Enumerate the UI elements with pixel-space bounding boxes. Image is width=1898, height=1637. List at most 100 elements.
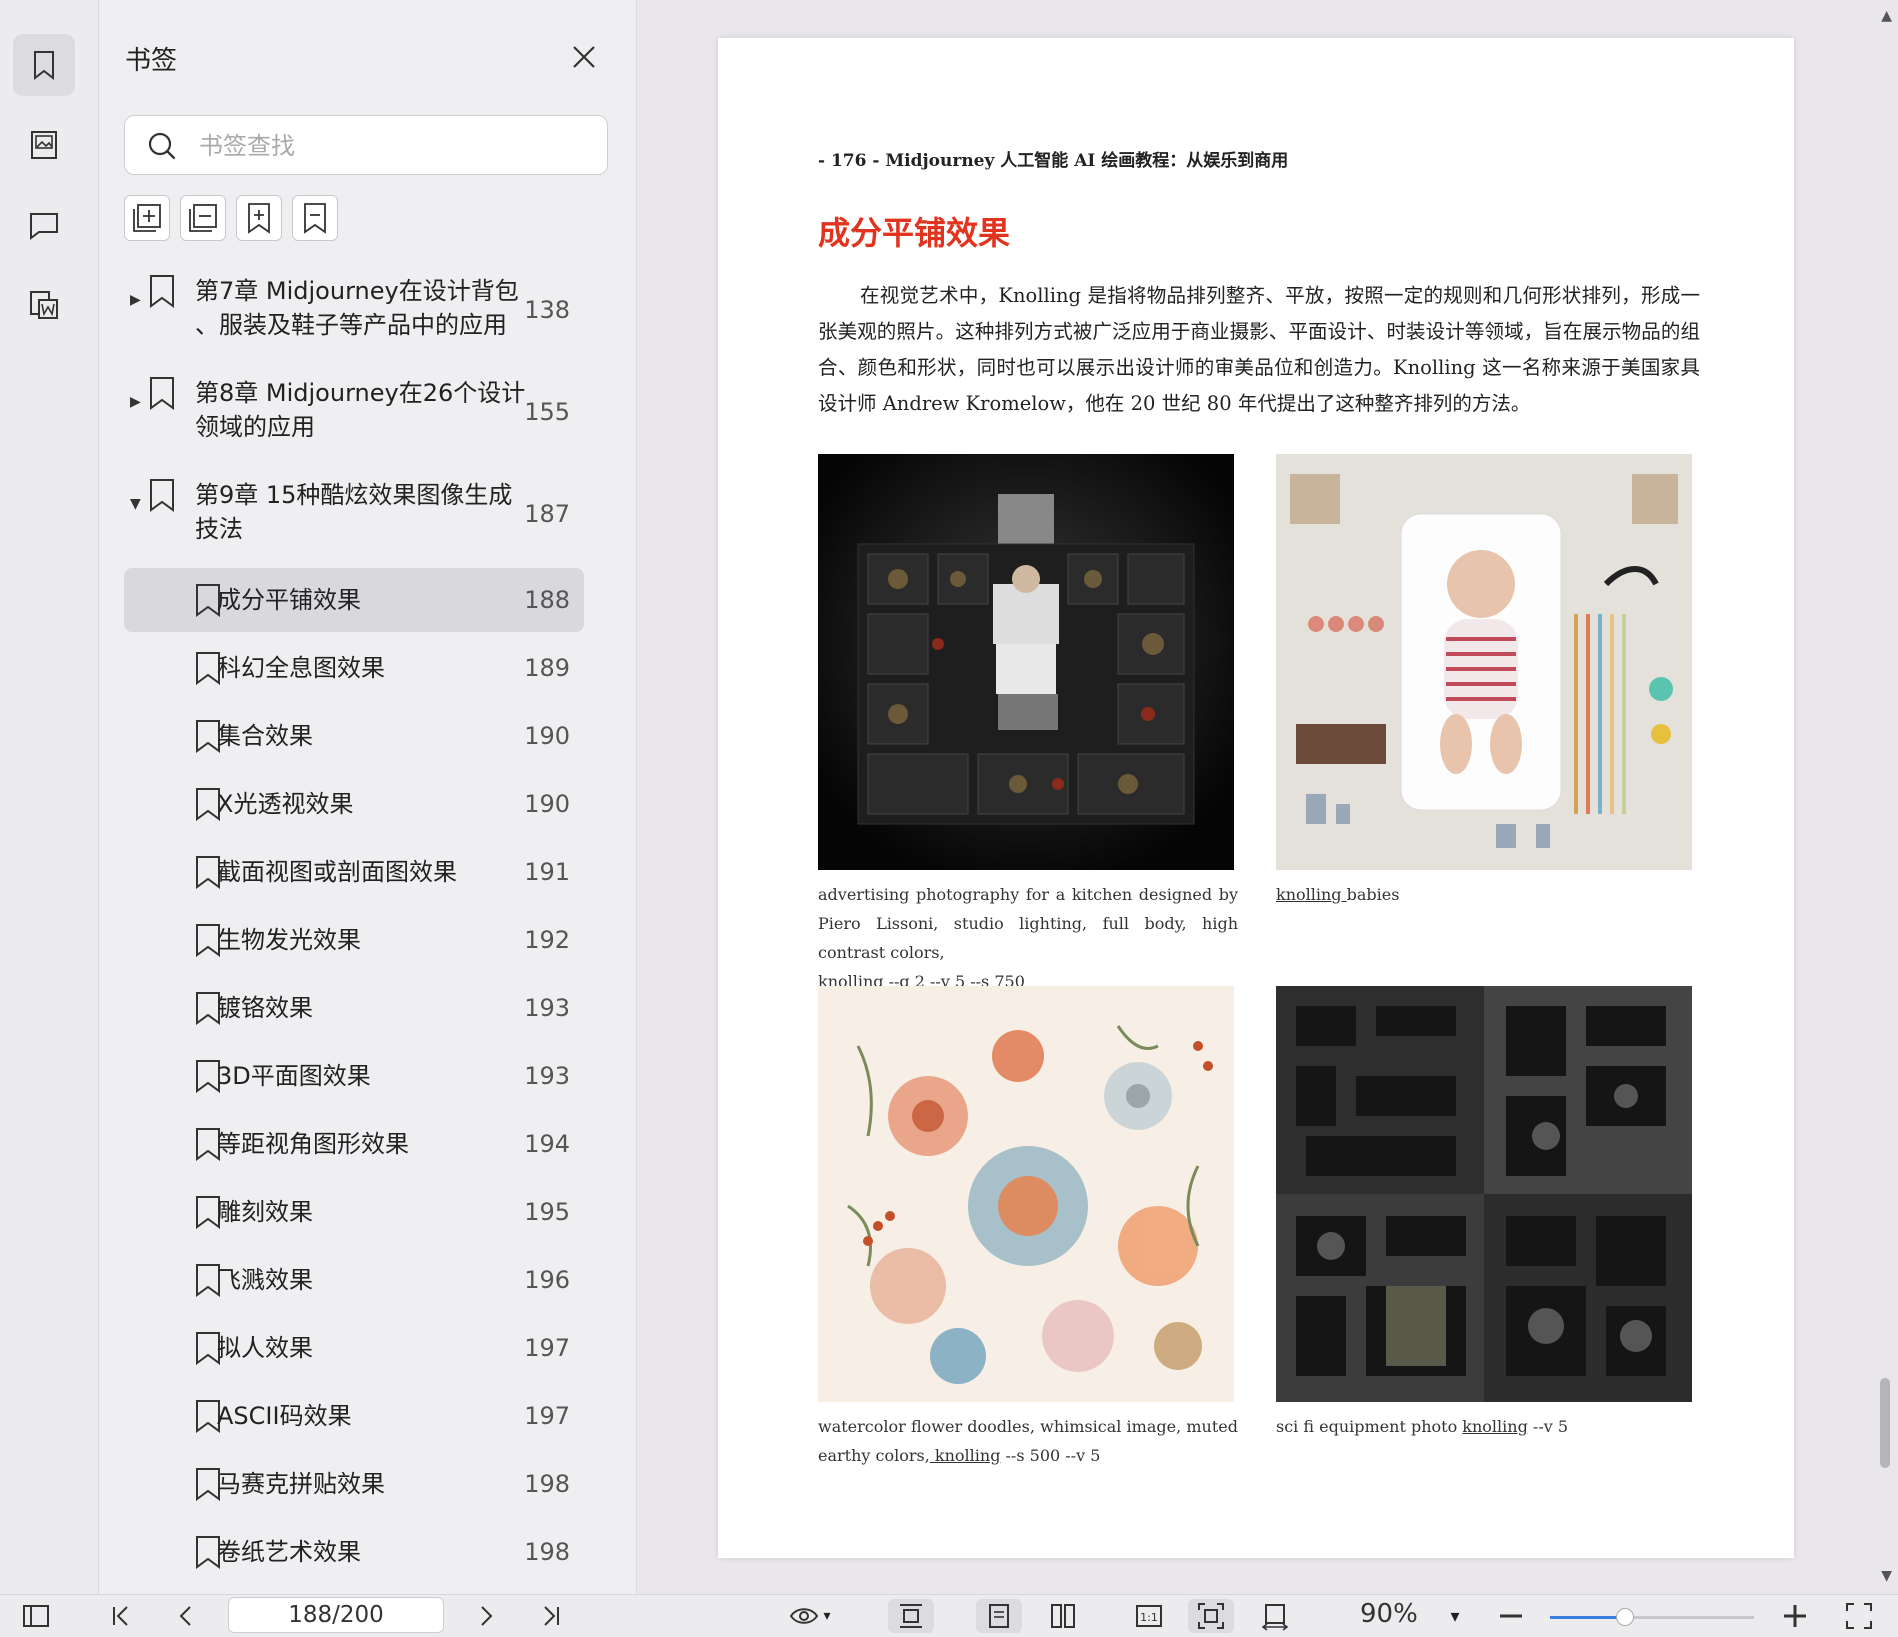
chevron-down-icon: ▾ xyxy=(823,1608,831,1624)
bookmark-page-number: 197 xyxy=(524,1334,570,1362)
collapse-all-button[interactable] xyxy=(180,195,226,241)
caption-2-text: babies xyxy=(1346,885,1400,904)
continuous-scroll-button[interactable] xyxy=(888,1599,934,1633)
zoom-slider[interactable] xyxy=(1550,1608,1754,1626)
bookmark-panel-button[interactable] xyxy=(13,34,75,96)
svg-text:1:1: 1:1 xyxy=(1140,1611,1158,1624)
bookmark-item[interactable]: ▼ 第9章 15种酷炫效果图像生成 技法 187 xyxy=(124,466,584,562)
caption-3-params: --s 500 --v 5 xyxy=(1000,1446,1101,1465)
bookmark-item[interactable]: 生物发光效果 192 xyxy=(124,908,584,972)
zoom-slider-handle[interactable] xyxy=(1616,1608,1635,1626)
close-icon[interactable] xyxy=(569,42,599,72)
body-paragraph: 在视觉艺术中，Knolling 是指将物品排列整齐、平放，按照一定的规则和几何形… xyxy=(818,284,1700,415)
document-scrollbar[interactable]: ▲ ▼ xyxy=(1872,0,1898,1594)
bookmark-item[interactable]: 等距视角图形效果 194 xyxy=(124,1112,584,1176)
bookmark-label: 成分平铺效果 xyxy=(217,586,361,614)
chevron-right-icon xyxy=(481,1606,493,1626)
fullscreen-button[interactable] xyxy=(1842,1599,1876,1633)
bookmark-item[interactable]: ASCII码效果 197 xyxy=(124,1384,584,1448)
zoom-in-button[interactable] xyxy=(1778,1599,1812,1633)
bookmark-icon xyxy=(148,478,176,512)
chevron-down-icon: ▾ xyxy=(1450,1605,1460,1627)
search-icon xyxy=(148,132,176,160)
bookmark-item[interactable]: 集合效果 190 xyxy=(124,704,584,768)
fit-width-button[interactable] xyxy=(1252,1599,1298,1633)
bookmark-item[interactable]: 飞溅效果 196 xyxy=(124,1248,584,1312)
actual-size-button[interactable]: 1:1 xyxy=(1126,1599,1172,1633)
bookmark-item[interactable]: 卷纸艺术效果 198 xyxy=(124,1520,584,1584)
zoom-out-button[interactable] xyxy=(1494,1599,1528,1633)
caption-2-link: knolling xyxy=(1276,885,1347,904)
prev-page-button[interactable] xyxy=(168,1599,204,1633)
bookmark-item[interactable]: X光透视效果 190 xyxy=(124,772,584,836)
bookmark-item[interactable]: ▶ 第8章 Midjourney在26个设计 领域的应用 155 xyxy=(124,364,584,460)
zoom-slider-fill xyxy=(1550,1616,1626,1619)
bookmark-toolbar xyxy=(124,195,338,241)
bookmark-page-number: 190 xyxy=(524,722,570,750)
zoom-dropdown-button[interactable]: ▾ xyxy=(1440,1599,1470,1633)
bookmark-page-number: 191 xyxy=(524,858,570,886)
zoom-level[interactable]: 90% xyxy=(1360,1599,1418,1629)
bookmark-page-number: 138 xyxy=(524,296,570,324)
bookmark-item[interactable]: 拟人效果 197 xyxy=(124,1316,584,1380)
caption-4-link: knolling xyxy=(1462,1417,1528,1436)
bookmark-item[interactable]: 马赛克拼贴效果 198 xyxy=(124,1452,584,1516)
single-page-button[interactable] xyxy=(976,1599,1022,1633)
single-page-icon xyxy=(989,1604,1009,1628)
last-page-button[interactable] xyxy=(532,1599,568,1633)
bookmark-item[interactable]: 科幻全息图效果 189 xyxy=(124,636,584,700)
word-convert-button[interactable] xyxy=(13,274,75,336)
bookmark-item[interactable]: ▶ 第7章 Midjourney在设计背包 、服装及鞋子等产品中的应用 138 xyxy=(124,262,584,358)
bookmark-label: 第8章 Midjourney在26个设计 领域的应用 xyxy=(195,379,526,441)
continuous-scroll-icon xyxy=(900,1604,922,1628)
view-mode-button[interactable]: ▾ xyxy=(780,1599,840,1633)
thumbnail-panel-button[interactable] xyxy=(13,114,75,176)
bookmark-item[interactable]: 雕刻效果 195 xyxy=(124,1180,584,1244)
bookmark-label: 第7章 Midjourney在设计背包 、服装及鞋子等产品中的应用 xyxy=(195,277,519,339)
bookmark-page-number: 194 xyxy=(524,1130,570,1158)
bookmark-item[interactable]: 成分平铺效果 188 xyxy=(124,568,584,632)
comment-panel-button[interactable] xyxy=(13,194,75,256)
bookmark-label: 飞溅效果 xyxy=(217,1266,313,1294)
first-page-button[interactable] xyxy=(104,1599,140,1633)
toggle-sidebar-button[interactable] xyxy=(18,1599,54,1633)
collapse-triangle-icon[interactable]: ▼ xyxy=(130,496,141,512)
caption-4-text: sci fi equipment photo xyxy=(1276,1417,1463,1436)
bookmark-page-number: 192 xyxy=(524,926,570,954)
figure-baby-knolling xyxy=(1276,454,1692,870)
bookmark-item[interactable]: 3D平面图效果 193 xyxy=(124,1044,584,1108)
fit-page-button[interactable] xyxy=(1188,1599,1234,1633)
sidebar-icon xyxy=(23,1605,49,1627)
bookmark-search[interactable] xyxy=(124,115,608,175)
running-head: - 176 - Midjourney 人工智能 AI 绘画教程：从娱乐到商用 xyxy=(818,151,1289,171)
expand-triangle-icon[interactable]: ▶ xyxy=(130,394,141,410)
scroll-up-icon[interactable]: ▲ xyxy=(1881,8,1892,24)
left-rail xyxy=(0,0,99,1594)
two-page-icon xyxy=(1051,1604,1075,1628)
delete-bookmark-button[interactable] xyxy=(292,195,338,241)
bookmark-page-number: 190 xyxy=(524,790,570,818)
bookmark-item[interactable]: 截面视图或剖面图效果 191 xyxy=(124,840,584,904)
search-input[interactable] xyxy=(197,126,591,166)
document-scroll-thumb[interactable] xyxy=(1880,1378,1890,1468)
bookmark-page-number: 196 xyxy=(524,1266,570,1294)
add-bookmark-button[interactable] xyxy=(236,195,282,241)
caption-2: knolling babies xyxy=(1276,880,1696,909)
bookmark-label: 雕刻效果 xyxy=(217,1198,313,1226)
page-indicator[interactable]: 188/200 xyxy=(228,1597,444,1633)
two-page-button[interactable] xyxy=(1040,1599,1086,1633)
bookmark-page-number: 197 xyxy=(524,1402,570,1430)
scroll-down-icon[interactable]: ▼ xyxy=(1881,1568,1892,1584)
plus-icon xyxy=(1784,1605,1806,1627)
bookmark-page-number: 193 xyxy=(524,1062,570,1090)
expand-all-button[interactable] xyxy=(124,195,170,241)
expand-triangle-icon[interactable]: ▶ xyxy=(130,292,141,308)
figure-watercolor-flowers xyxy=(818,986,1234,1402)
bookmark-item[interactable]: 镀铬效果 193 xyxy=(124,976,584,1040)
chevron-left-icon xyxy=(179,1606,191,1626)
bookmark-label: 镀铬效果 xyxy=(217,994,313,1022)
caption-4: sci fi equipment photo knolling --v 5 xyxy=(1276,1412,1696,1441)
next-page-button[interactable] xyxy=(468,1599,504,1633)
bookmark-label: 集合效果 xyxy=(217,722,313,750)
bookmark-page-number: 198 xyxy=(524,1470,570,1498)
